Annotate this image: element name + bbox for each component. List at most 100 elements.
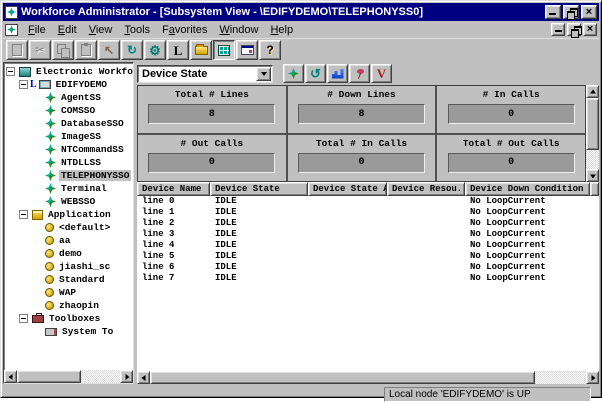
menu-item[interactable]: Window bbox=[213, 23, 264, 37]
scroll-thumb[interactable] bbox=[150, 371, 535, 384]
scroll-down-button[interactable] bbox=[586, 169, 599, 182]
toolbar-button[interactable] bbox=[213, 40, 235, 60]
tree-item[interactable]: jiashi_sc bbox=[6, 260, 133, 273]
table-row[interactable]: line 1 IDLE No LoopCurrent bbox=[137, 207, 599, 218]
tree-item[interactable]: Electronic Workfor bbox=[6, 65, 133, 78]
view-toolbar-button[interactable] bbox=[283, 64, 304, 83]
cell-device-resource bbox=[387, 240, 465, 251]
column-header-device-name[interactable]: Device Name bbox=[137, 182, 210, 196]
tree-item[interactable]: COMSSO bbox=[6, 104, 133, 117]
close-button[interactable]: × bbox=[581, 5, 597, 19]
view-toolbar-button[interactable]: V bbox=[371, 64, 392, 83]
toolbar-button[interactable]: L bbox=[167, 40, 189, 60]
menu-label-rest: ile bbox=[35, 24, 46, 36]
menu-item[interactable]: Favorites bbox=[156, 23, 213, 37]
tree-item[interactable]: WAP bbox=[6, 286, 133, 299]
menu-item[interactable]: Tools bbox=[118, 23, 156, 37]
scroll-right-button[interactable] bbox=[586, 371, 599, 384]
view-toolbar-button[interactable] bbox=[349, 64, 370, 83]
tree-expander[interactable] bbox=[19, 210, 28, 219]
minimize-button[interactable] bbox=[545, 5, 561, 19]
column-header-device-state-a[interactable]: Device State A... bbox=[308, 182, 387, 196]
toolbar-button[interactable] bbox=[6, 40, 28, 60]
column-header-device-down-condition[interactable]: Device Down Condition bbox=[465, 182, 590, 196]
toolbar-button[interactable] bbox=[52, 40, 74, 60]
toolbar-button[interactable]: ⚙ bbox=[144, 40, 166, 60]
tree-item[interactable]: L EDIFYDEMO bbox=[6, 78, 133, 91]
restore-button[interactable] bbox=[563, 5, 579, 19]
table-row[interactable]: line 5 IDLE No LoopCurrent bbox=[137, 251, 599, 262]
tree-item[interactable]: Terminal bbox=[6, 182, 133, 195]
menu-item[interactable]: File bbox=[22, 23, 52, 37]
view-toolbar-button[interactable]: ↺ bbox=[305, 64, 326, 83]
cell-device-resource bbox=[387, 251, 465, 262]
menu-item[interactable]: View bbox=[83, 23, 119, 37]
tree-item-icon bbox=[39, 80, 51, 89]
tree-item[interactable]: System To bbox=[6, 325, 133, 338]
menu-item[interactable]: Edit bbox=[52, 23, 83, 37]
cell-partial bbox=[590, 240, 599, 251]
toolbar-button[interactable]: ✂ bbox=[29, 40, 51, 60]
tree-item[interactable]: AgentSS bbox=[6, 91, 133, 104]
tree-item-icon bbox=[32, 210, 43, 220]
tree-item[interactable]: WEBSSO bbox=[6, 195, 133, 208]
tree-expander[interactable] bbox=[19, 80, 28, 89]
toolbar-button[interactable]: ↖ bbox=[98, 40, 120, 60]
mdi-minimize-button[interactable] bbox=[551, 23, 565, 36]
tree-item-prefix: L bbox=[30, 79, 37, 90]
tree-item[interactable]: DatabaseSSO bbox=[6, 117, 133, 130]
tree-item[interactable]: ImageSS bbox=[6, 130, 133, 143]
mdi-close-icon: × bbox=[587, 24, 593, 35]
mdi-restore-button[interactable] bbox=[567, 23, 581, 36]
table-row[interactable]: line 6 IDLE No LoopCurrent bbox=[137, 262, 599, 273]
scroll-right-button[interactable] bbox=[120, 370, 133, 383]
table-horizontal-scrollbar[interactable] bbox=[137, 371, 599, 384]
tree-item[interactable]: aa bbox=[6, 234, 133, 247]
toolbar-button[interactable]: ↻ bbox=[121, 40, 143, 60]
tree-item[interactable]: demo bbox=[6, 247, 133, 260]
stats-vertical-scrollbar[interactable] bbox=[586, 85, 599, 182]
mdi-child-icon[interactable] bbox=[5, 24, 18, 36]
tree-item-icon bbox=[45, 275, 54, 284]
table-row[interactable]: line 0 IDLE No LoopCurrent bbox=[137, 196, 599, 207]
tree-item[interactable]: NTCommandSS bbox=[6, 143, 133, 156]
scroll-left-button[interactable] bbox=[4, 370, 17, 383]
menu-item[interactable]: Help bbox=[264, 23, 299, 37]
scroll-track[interactable] bbox=[81, 370, 120, 383]
column-header-partial[interactable] bbox=[590, 182, 599, 196]
view-select[interactable]: Device State bbox=[137, 65, 273, 83]
toolbar-button[interactable] bbox=[75, 40, 97, 60]
cell-device-down-condition: No LoopCurrent bbox=[465, 262, 590, 273]
toolbar-button[interactable]: ? bbox=[259, 40, 281, 60]
table-row[interactable]: line 4 IDLE No LoopCurrent bbox=[137, 240, 599, 251]
mdi-close-button[interactable]: × bbox=[583, 23, 597, 36]
tree-item[interactable]: Application bbox=[6, 208, 133, 221]
toolbar-button[interactable] bbox=[190, 40, 212, 60]
tree-item[interactable]: zhaopin bbox=[6, 299, 133, 312]
menu-label-rest: indow bbox=[230, 24, 259, 36]
tree-expander[interactable] bbox=[6, 67, 15, 76]
table-row[interactable]: line 7 IDLE No LoopCurrent bbox=[137, 273, 599, 284]
scroll-left-button[interactable] bbox=[137, 371, 150, 384]
scroll-track[interactable] bbox=[535, 371, 586, 384]
scroll-up-button[interactable] bbox=[586, 85, 599, 98]
table-row[interactable]: line 2 IDLE No LoopCurrent bbox=[137, 218, 599, 229]
tree-item[interactable]: Toolboxes bbox=[6, 312, 133, 325]
column-header-device-state[interactable]: Device State bbox=[210, 182, 308, 196]
view-toolbar-button[interactable] bbox=[327, 64, 348, 83]
scroll-thumb[interactable] bbox=[17, 370, 81, 383]
tree-item[interactable]: <default> bbox=[6, 221, 133, 234]
scroll-track[interactable] bbox=[586, 150, 599, 169]
tree-item[interactable]: TELEPHONYSSO bbox=[6, 169, 133, 182]
cell-device-resource bbox=[387, 273, 465, 284]
chevron-down-icon[interactable] bbox=[256, 67, 271, 81]
table-row[interactable]: line 3 IDLE No LoopCurrent bbox=[137, 229, 599, 240]
tree-expander[interactable] bbox=[19, 314, 28, 323]
toolbar-button[interactable] bbox=[236, 40, 258, 60]
column-header-device-resource[interactable]: Device Resou... bbox=[387, 182, 465, 196]
tree-horizontal-scrollbar[interactable] bbox=[4, 370, 133, 383]
scroll-thumb[interactable] bbox=[586, 98, 599, 150]
menu-label-rest: iew bbox=[96, 24, 113, 36]
tree-item[interactable]: Standard bbox=[6, 273, 133, 286]
tree-item[interactable]: NTDLLSS bbox=[6, 156, 133, 169]
